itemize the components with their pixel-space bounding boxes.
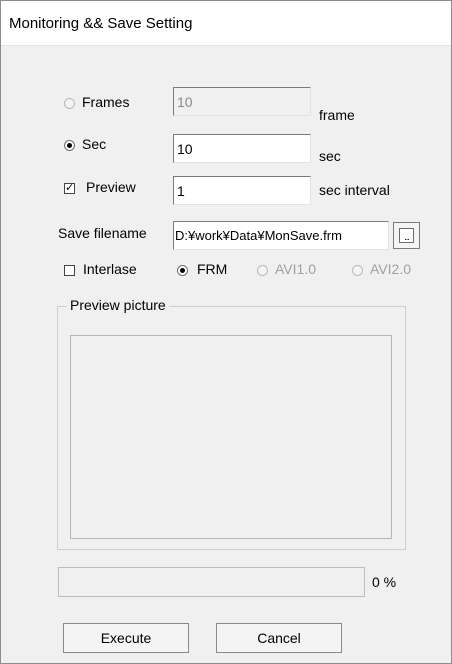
format-frm-radio[interactable] [177, 265, 188, 276]
sec-label: Sec [82, 136, 107, 152]
format-frm-label: FRM [197, 261, 228, 277]
format-avi1-radio[interactable] [257, 265, 268, 276]
title-bar[interactable]: Monitoring && Save Setting [1, 1, 451, 46]
preview-picture-group-label: Preview picture [67, 297, 169, 313]
frames-unit: frame [319, 107, 355, 123]
progress-bar [58, 567, 365, 597]
browse-button-label: ... [399, 228, 414, 243]
preview-interval-unit: sec interval [319, 182, 390, 198]
sec-field[interactable] [173, 134, 311, 163]
execute-button[interactable]: Execute [63, 623, 189, 653]
frames-label: Frames [82, 94, 130, 110]
preview-picture-area [70, 335, 392, 539]
sec-radio[interactable] [64, 140, 75, 151]
format-avi1-label: AVI1.0 [275, 261, 316, 277]
format-avi2-radio[interactable] [352, 265, 363, 276]
cancel-button[interactable]: Cancel [216, 623, 342, 653]
save-filename-field[interactable] [173, 221, 389, 250]
interlase-checkbox[interactable] [64, 265, 75, 276]
frames-radio[interactable] [64, 98, 75, 109]
monitoring-save-dialog: Monitoring && Save Setting Frames frame … [0, 0, 452, 664]
window-title: Monitoring && Save Setting [9, 15, 193, 32]
preview-interval-field[interactable] [173, 176, 311, 205]
format-avi2-label: AVI2.0 [370, 261, 411, 277]
sec-unit: sec [319, 148, 341, 164]
browse-button[interactable]: ... [393, 222, 420, 249]
preview-checkbox[interactable]: ✓ [64, 183, 75, 194]
interlase-label: Interlase [83, 261, 137, 277]
frames-field[interactable] [173, 87, 311, 116]
save-filename-label: Save filename [58, 225, 147, 241]
preview-label: Preview [86, 179, 136, 195]
progress-percent-text: 0 % [372, 574, 397, 590]
